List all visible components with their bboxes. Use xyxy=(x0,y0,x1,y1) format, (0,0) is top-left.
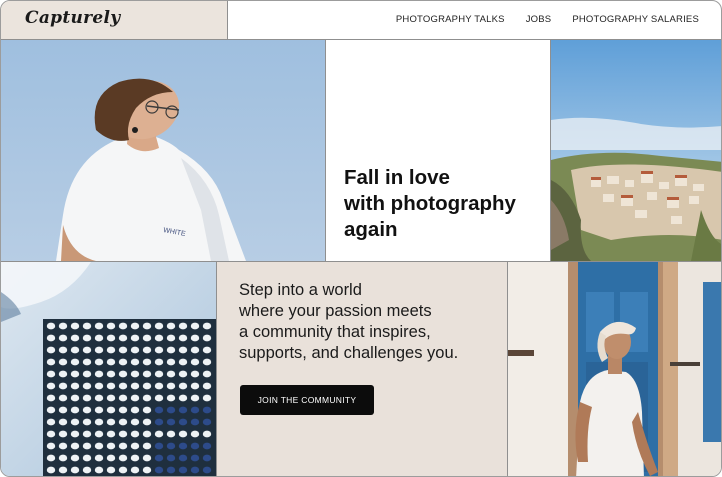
photo-building xyxy=(1,261,216,476)
site-header: Capturely PHOTOGRAPHY TALKS JOBS PHOTOGR… xyxy=(1,1,721,40)
hero-headline-line: again xyxy=(344,218,398,241)
photo-hill-town xyxy=(551,40,721,261)
hero-headline-line: Fall in love xyxy=(344,166,450,189)
hero-headline-line: with photography xyxy=(344,192,516,215)
photo-man-doorway xyxy=(508,261,721,476)
headline-panel: Fall in love with photography again xyxy=(325,40,551,261)
site-logo[interactable]: Capturely xyxy=(25,8,120,28)
community-tagline: Step into a world where your passion mee… xyxy=(239,280,504,364)
community-panel: Step into a world where your passion mee… xyxy=(216,261,508,476)
page-frame: Capturely PHOTOGRAPHY TALKS JOBS PHOTOGR… xyxy=(0,0,722,477)
hero-headline: Fall in love with photography again xyxy=(344,165,549,243)
main-nav: PHOTOGRAPHY TALKS JOBS PHOTOGRAPHY SALAR… xyxy=(396,14,699,25)
tagline-line: supports, and challenges you. xyxy=(239,344,459,362)
tagline-line: Step into a world xyxy=(239,281,362,299)
tagline-line: where your passion meets xyxy=(239,302,432,320)
nav-link-jobs[interactable]: JOBS xyxy=(526,14,552,25)
join-community-button[interactable]: JOIN THE COMMUNITY xyxy=(240,385,374,415)
nav-link-photography-talks[interactable]: PHOTOGRAPHY TALKS xyxy=(396,14,505,25)
logo-container: Capturely xyxy=(1,1,228,39)
nav-link-photography-salaries[interactable]: PHOTOGRAPHY SALARIES xyxy=(572,14,699,25)
photo-man-sky: WHITE xyxy=(1,40,325,261)
tagline-line: a community that inspires, xyxy=(239,323,431,341)
